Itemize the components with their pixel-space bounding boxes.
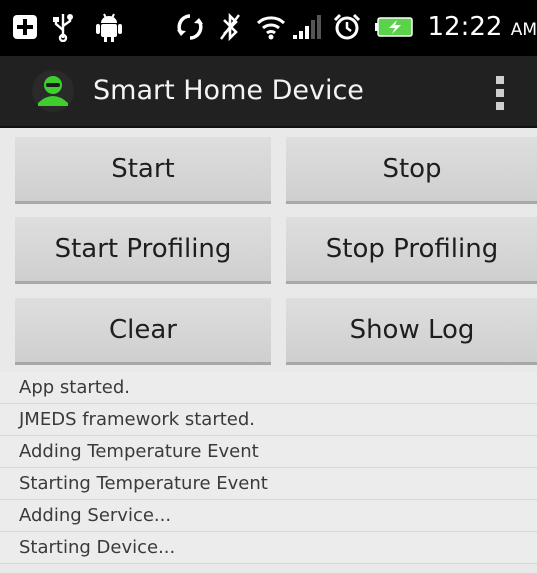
log-entry: Adding Temperature Event [0,436,537,468]
status-time: 12:22 AM [427,12,537,42]
stop-button[interactable]: Stop [286,137,537,204]
log-entry: JMEDS framework started. [0,404,537,436]
overflow-menu-icon[interactable] [494,76,506,116]
show-log-button[interactable]: Show Log [286,298,537,365]
log-list[interactable]: App started. JMEDS framework started. Ad… [0,372,537,564]
app-title: Smart Home Device [93,75,364,106]
log-entry: App started. [0,372,537,404]
status-bar: 12:22 AM [0,0,537,56]
add-notification-icon [10,10,40,44]
android-debug-icon [92,10,126,44]
usb-icon [48,10,78,44]
signal-icon [291,10,323,44]
battery-charging-icon [373,10,417,44]
user-avatar-icon[interactable] [31,69,75,113]
status-ampm: AM [510,20,537,40]
start-button[interactable]: Start [15,137,271,204]
main-content: Start Stop Start Profiling Stop Profilin… [0,128,537,573]
bluetooth-off-icon [216,10,244,44]
stop-profiling-button[interactable]: Stop Profiling [286,217,537,284]
wifi-icon [255,10,287,44]
log-entry: Starting Device... [0,532,537,564]
log-entry: Starting Temperature Event [0,468,537,500]
alarm-icon [331,10,363,44]
clear-button[interactable]: Clear [15,298,271,365]
start-profiling-button[interactable]: Start Profiling [15,217,271,284]
sync-icon [173,10,207,44]
log-entry: Adding Service... [0,500,537,532]
action-bar: Smart Home Device [0,56,537,128]
